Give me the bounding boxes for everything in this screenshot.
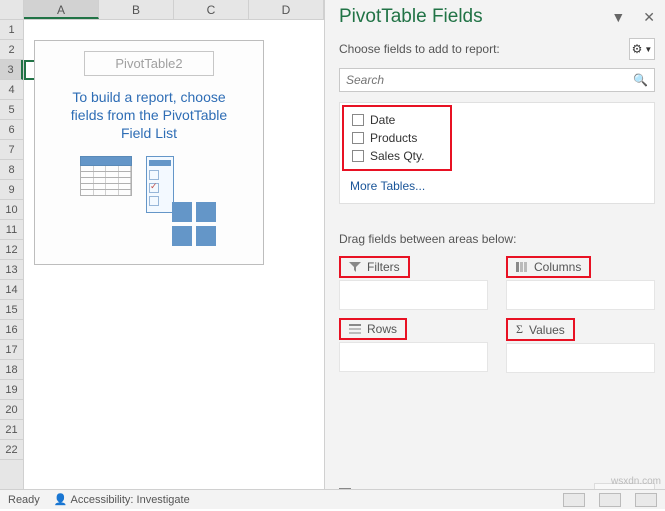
row-header[interactable]: 18 — [0, 360, 23, 380]
drop-areas: Filters Columns Rows ΣValues — [339, 256, 655, 373]
field-item[interactable]: Products — [352, 129, 442, 147]
pivot-icon — [146, 156, 218, 246]
row-header[interactable]: 21 — [0, 420, 23, 440]
row-header[interactable]: 11 — [0, 220, 23, 240]
worksheet-area: A B C D 1 2 3 4 5 6 7 8 9 10 11 12 13 14… — [0, 0, 325, 509]
search-icon: 🔍 — [627, 73, 654, 87]
row-header[interactable]: 17 — [0, 340, 23, 360]
table-icon — [80, 156, 132, 196]
close-icon[interactable]: ✕ — [643, 9, 655, 26]
drag-instructions: Drag fields between areas below: — [339, 232, 655, 246]
row-header[interactable]: 6 — [0, 120, 23, 140]
status-bar: Ready 👤 Accessibility: Investigate — [0, 489, 665, 509]
pivottable-instructions: To build a report, choose fields from th… — [43, 88, 255, 156]
row-header[interactable]: 14 — [0, 280, 23, 300]
pane-title: PivotTable Fields — [339, 6, 483, 28]
row-header[interactable]: 8 — [0, 160, 23, 180]
checkbox-icon[interactable] — [352, 132, 364, 144]
row-headers: 1 2 3 4 5 6 7 8 9 10 11 12 13 14 15 16 1… — [0, 20, 24, 491]
col-header-c[interactable]: C — [174, 0, 249, 19]
pane-subtitle: Choose fields to add to report: — [339, 42, 500, 56]
row-header[interactable]: 15 — [0, 300, 23, 320]
watermark: wsxdn.com — [611, 476, 661, 487]
field-item[interactable]: Sales Qty. — [352, 147, 442, 165]
row-header[interactable]: 4 — [0, 80, 23, 100]
rows-area[interactable]: Rows — [339, 318, 488, 373]
col-header-a[interactable]: A — [24, 0, 99, 19]
filters-area[interactable]: Filters — [339, 256, 488, 310]
checkbox-icon[interactable] — [352, 114, 364, 126]
values-dropzone[interactable] — [506, 343, 655, 373]
status-ready: Ready — [8, 494, 40, 506]
row-header[interactable]: 13 — [0, 260, 23, 280]
col-header-d[interactable]: D — [249, 0, 324, 19]
fields-list: Date Products Sales Qty. More Tables... — [339, 102, 655, 204]
row-header[interactable]: 16 — [0, 320, 23, 340]
search-input[interactable] — [340, 73, 627, 87]
columns-dropzone[interactable] — [506, 280, 655, 310]
columns-area[interactable]: Columns — [506, 256, 655, 310]
row-header[interactable]: 19 — [0, 380, 23, 400]
row-header[interactable]: 7 — [0, 140, 23, 160]
row-header[interactable]: 22 — [0, 440, 23, 460]
accessibility-status[interactable]: 👤 Accessibility: Investigate — [54, 493, 190, 506]
row-header[interactable]: 10 — [0, 200, 23, 220]
more-tables-link[interactable]: More Tables... — [340, 173, 654, 203]
view-pagelayout-button[interactable] — [599, 493, 621, 507]
view-normal-button[interactable] — [563, 493, 585, 507]
pivottable-illustration — [43, 156, 255, 246]
col-header-b[interactable]: B — [99, 0, 174, 19]
layout-options-button[interactable]: ⚙▼ — [629, 38, 655, 60]
cell-grid[interactable]: PivotTable2 To build a report, choose fi… — [24, 20, 324, 491]
row-header[interactable]: 9 — [0, 180, 23, 200]
pivottable-fields-pane: PivotTable Fields ▼ ✕ Choose fields to a… — [325, 0, 665, 509]
row-header[interactable]: 12 — [0, 240, 23, 260]
pivottable-name: PivotTable2 — [84, 51, 213, 76]
rows-dropzone[interactable] — [339, 342, 488, 372]
sigma-icon: Σ — [516, 322, 523, 337]
filters-dropzone[interactable] — [339, 280, 488, 310]
values-area[interactable]: ΣValues — [506, 318, 655, 373]
field-search[interactable]: 🔍 — [339, 68, 655, 92]
filter-icon — [349, 262, 361, 272]
rows-icon — [349, 324, 361, 334]
select-all-corner[interactable] — [0, 0, 24, 19]
columns-icon — [516, 262, 528, 272]
fields-highlight: Date Products Sales Qty. — [342, 105, 452, 171]
field-item[interactable]: Date — [352, 111, 442, 129]
column-headers: A B C D — [0, 0, 324, 20]
pane-dropdown-icon[interactable]: ▼ — [611, 9, 625, 26]
row-header[interactable]: 3 — [0, 60, 23, 80]
pivottable-placeholder[interactable]: PivotTable2 To build a report, choose fi… — [34, 40, 264, 265]
gear-icon: ⚙ — [632, 42, 643, 56]
row-header[interactable]: 2 — [0, 40, 23, 60]
row-header[interactable]: 5 — [0, 100, 23, 120]
checkbox-icon[interactable] — [352, 150, 364, 162]
accessibility-icon: 👤 — [54, 493, 68, 506]
row-header[interactable]: 1 — [0, 20, 23, 40]
row-header[interactable]: 20 — [0, 400, 23, 420]
view-pagebreak-button[interactable] — [635, 493, 657, 507]
